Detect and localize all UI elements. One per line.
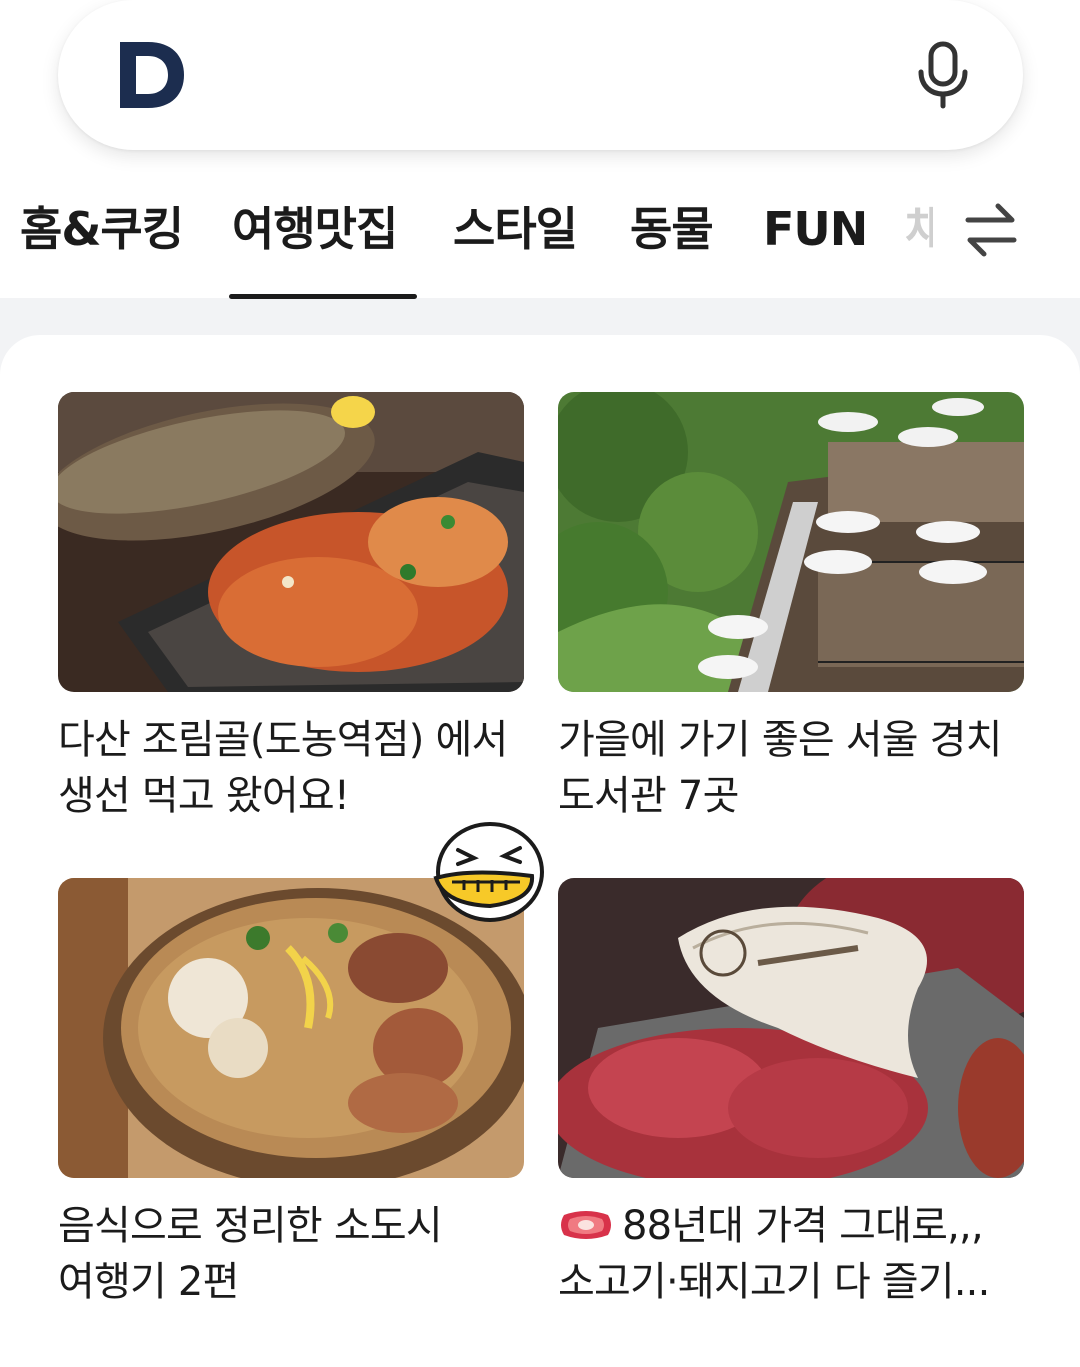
- search-bar[interactable]: [58, 0, 1023, 150]
- daum-d-logo-icon[interactable]: [118, 40, 186, 110]
- article-title-text: 88년대 가격 그대로,,, 소고기·돼지고기 다 즐기...: [558, 1203, 990, 1305]
- category-tabs: 홈&쿠킹 여행맛집 스타일 동물 FUN 채: [0, 196, 1080, 266]
- active-tab-indicator: [229, 294, 417, 299]
- article-title[interactable]: 음식으로 정리한 소도시 여행기 2편: [58, 1198, 524, 1310]
- article-card[interactable]: 88년대 가격 그대로,,, 소고기·돼지고기 다 즐기...: [558, 878, 1024, 1310]
- tab-animals[interactable]: 동물: [630, 196, 714, 262]
- microphone-icon[interactable]: [915, 40, 971, 110]
- raw-beef-platter-photo[interactable]: [558, 878, 1024, 1178]
- grilled-fish-and-spicy-pork-photo[interactable]: [58, 392, 524, 692]
- article-title[interactable]: 다산 조림골(도농역점) 에서 생선 먹고 왔어요!: [58, 712, 524, 824]
- tab-fun[interactable]: FUN: [763, 196, 868, 262]
- tab-partial[interactable]: 채: [905, 196, 933, 262]
- tab-style[interactable]: 스타일: [453, 196, 578, 262]
- article-card[interactable]: 가을에 가기 좋은 서울 경치 도서관 7곳: [558, 392, 1024, 824]
- article-title[interactable]: 가을에 가기 좋은 서울 경치 도서관 7곳: [558, 712, 1024, 824]
- laughing-emoticon-icon: [433, 822, 544, 922]
- article-card[interactable]: 다산 조림골(도농역점) 에서 생선 먹고 왔어요!: [58, 392, 524, 824]
- article-title[interactable]: 88년대 가격 그대로,,, 소고기·돼지고기 다 즐기...: [558, 1198, 1024, 1310]
- swap-arrows-icon[interactable]: [962, 200, 1020, 260]
- top-header: 홈&쿠킹 여행맛집 스타일 동물 FUN 채: [0, 0, 1080, 298]
- tab-travel-food[interactable]: 여행맛집: [232, 196, 398, 262]
- terrace-library-in-forest-photo[interactable]: [558, 392, 1024, 692]
- article-card[interactable]: 음식으로 정리한 소도시 여행기 2편: [58, 878, 524, 1310]
- meat-emoji-icon: [561, 1211, 611, 1239]
- tab-home-cooking[interactable]: 홈&쿠킹: [20, 196, 184, 262]
